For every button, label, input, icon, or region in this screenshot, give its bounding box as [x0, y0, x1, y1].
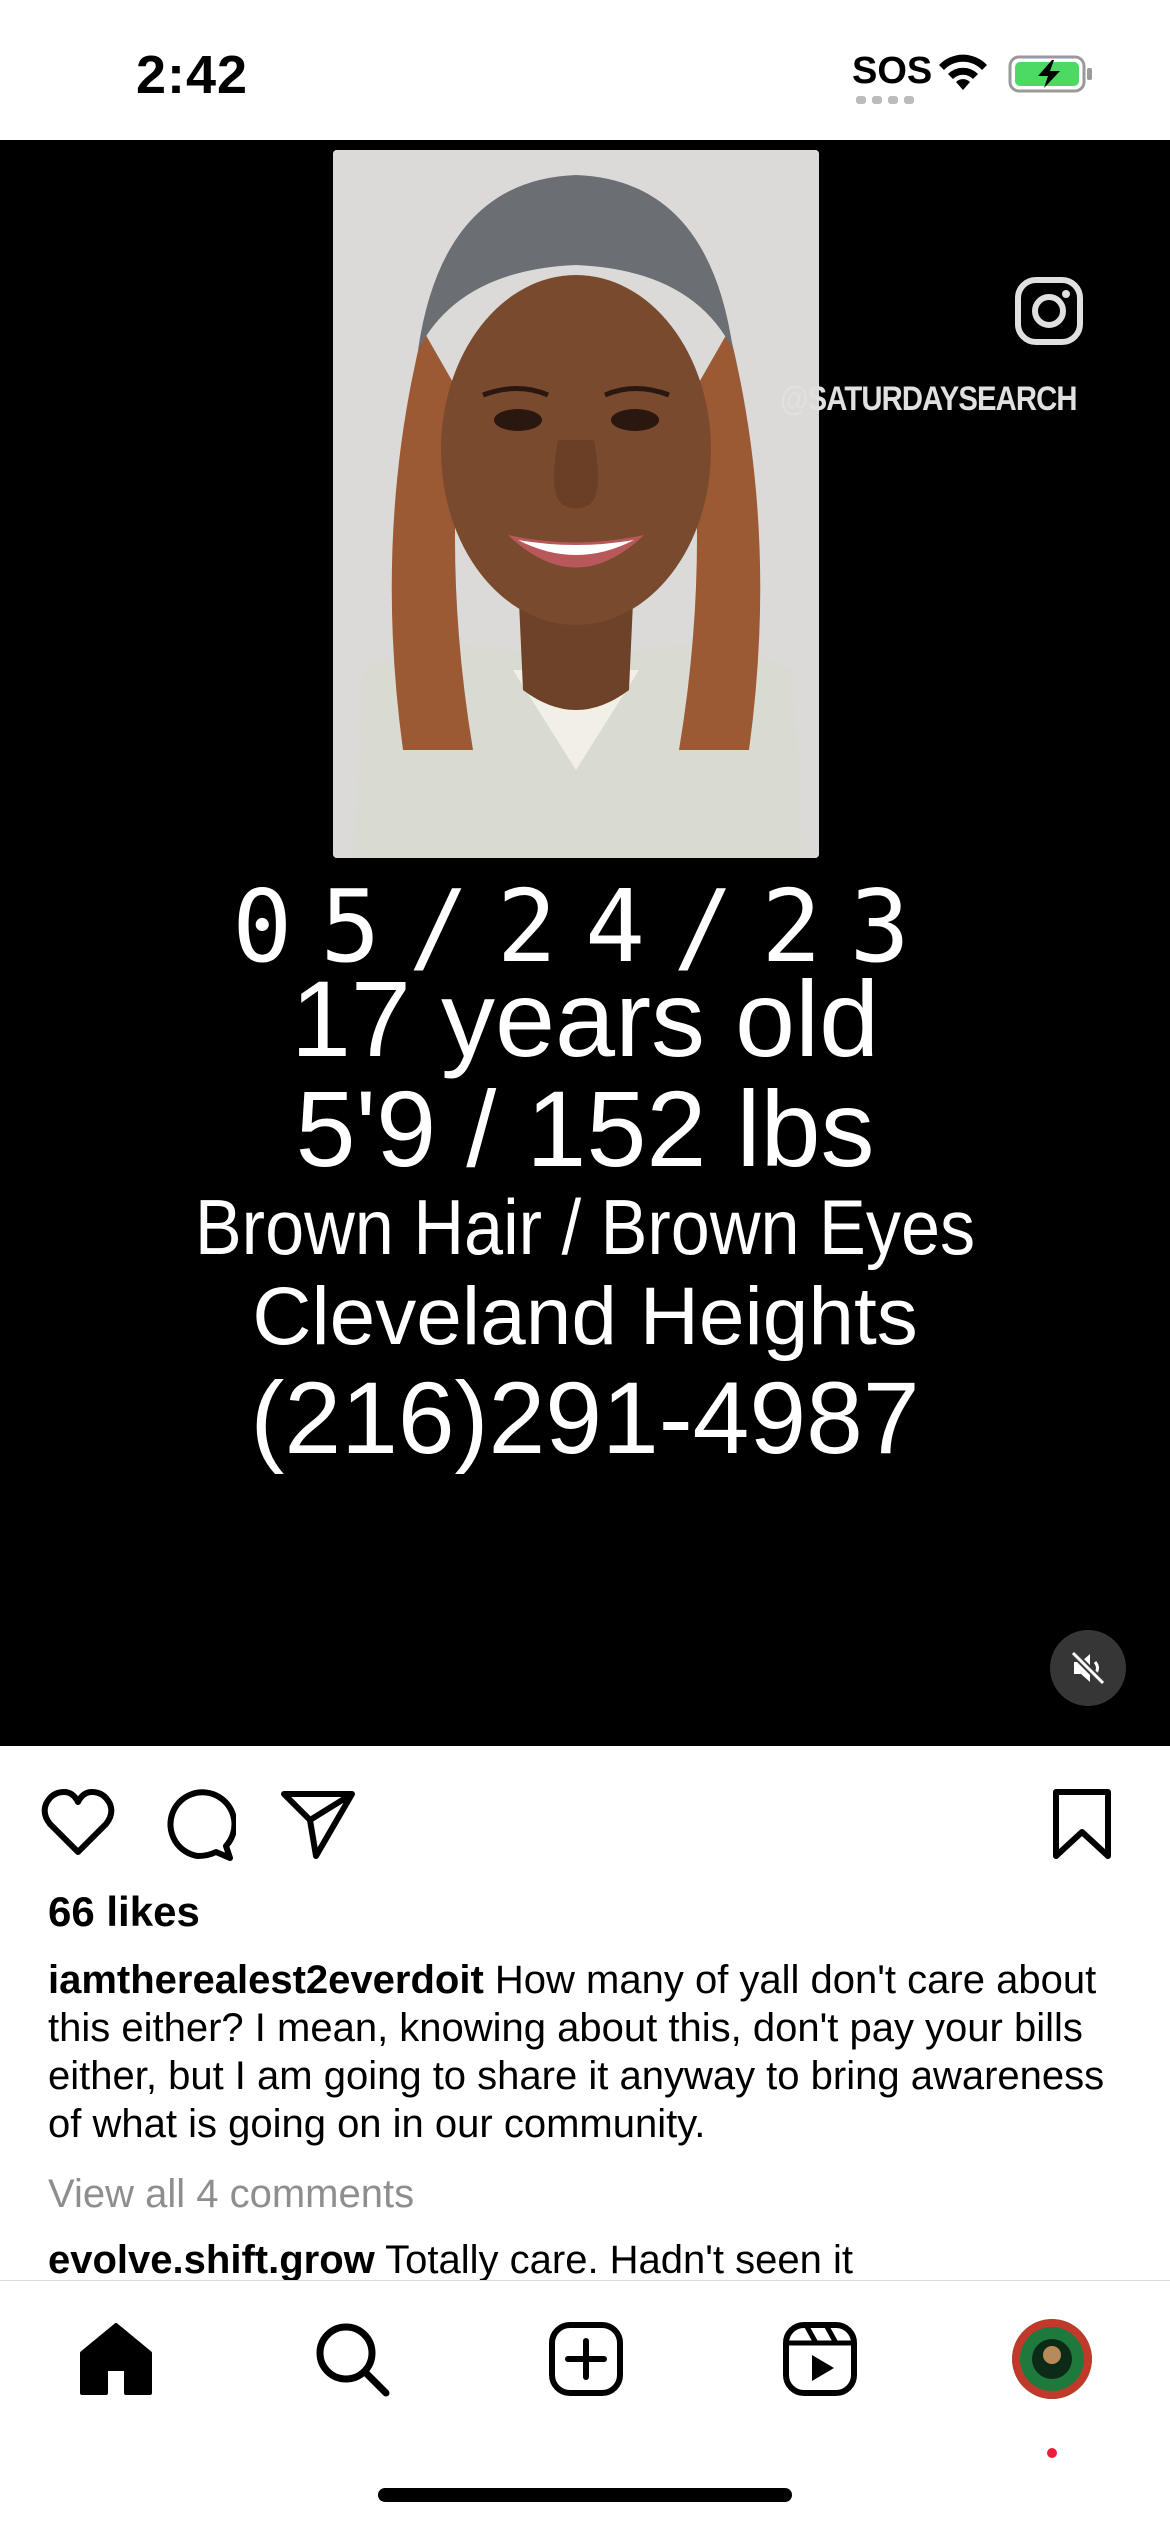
create-post-icon[interactable]: [546, 2319, 626, 2399]
signal-dots: [856, 96, 916, 104]
caption-username[interactable]: iamtherealest2everdoit: [48, 1958, 484, 2002]
avatar-image: [1012, 2319, 1092, 2399]
battery-charging-icon: [1008, 55, 1092, 93]
city-text: Cleveland Heights: [252, 1271, 918, 1362]
instagram-logo-icon: [1015, 277, 1083, 345]
wifi-icon: [939, 54, 987, 90]
home-icon[interactable]: [76, 2319, 156, 2399]
person-photo: [333, 150, 819, 858]
send-icon[interactable]: [280, 1786, 356, 1862]
comment-text: Totally care. Hadn't seen it: [385, 2238, 854, 2282]
post-caption: iamtherealest2everdoit How many of yall …: [48, 1956, 1128, 2148]
search-icon[interactable]: [312, 2319, 392, 2399]
post-media[interactable]: @SATURDAYSEARCH 05/24/23 17 years old 5'…: [0, 140, 1170, 1746]
comment-preview: evolve.shift.grow Totally care. Hadn't s…: [48, 2238, 1128, 2282]
speaker-muted-icon: [1070, 1650, 1106, 1686]
comment-username[interactable]: evolve.shift.grow: [48, 2238, 375, 2282]
watermark-handle: @SATURDAYSEARCH: [780, 380, 1078, 418]
home-indicator[interactable]: [378, 2488, 792, 2502]
notification-dot: [1047, 2448, 1057, 2458]
height-weight-text: 5'9 / 152 lbs: [295, 1068, 875, 1189]
likes-count[interactable]: 66 likes: [48, 1888, 200, 1936]
mute-toggle-button[interactable]: [1050, 1630, 1126, 1706]
reels-icon[interactable]: [780, 2319, 860, 2399]
phone-number-text: (216)291-4987: [250, 1361, 920, 1475]
bookmark-icon[interactable]: [1044, 1786, 1120, 1862]
hair-eyes-text: Brown Hair / Brown Eyes: [194, 1183, 976, 1271]
profile-avatar[interactable]: [1012, 2319, 1092, 2399]
heart-icon[interactable]: [40, 1786, 116, 1862]
status-bar: 2:42 SOS: [0, 0, 1170, 140]
comment-icon[interactable]: [160, 1786, 236, 1862]
age-text: 17 years old: [290, 958, 880, 1079]
post-actions: [0, 1746, 1170, 1896]
sos-indicator: SOS: [852, 50, 933, 92]
view-all-comments-link[interactable]: View all 4 comments: [48, 2172, 414, 2217]
status-time: 2:42: [136, 45, 249, 105]
